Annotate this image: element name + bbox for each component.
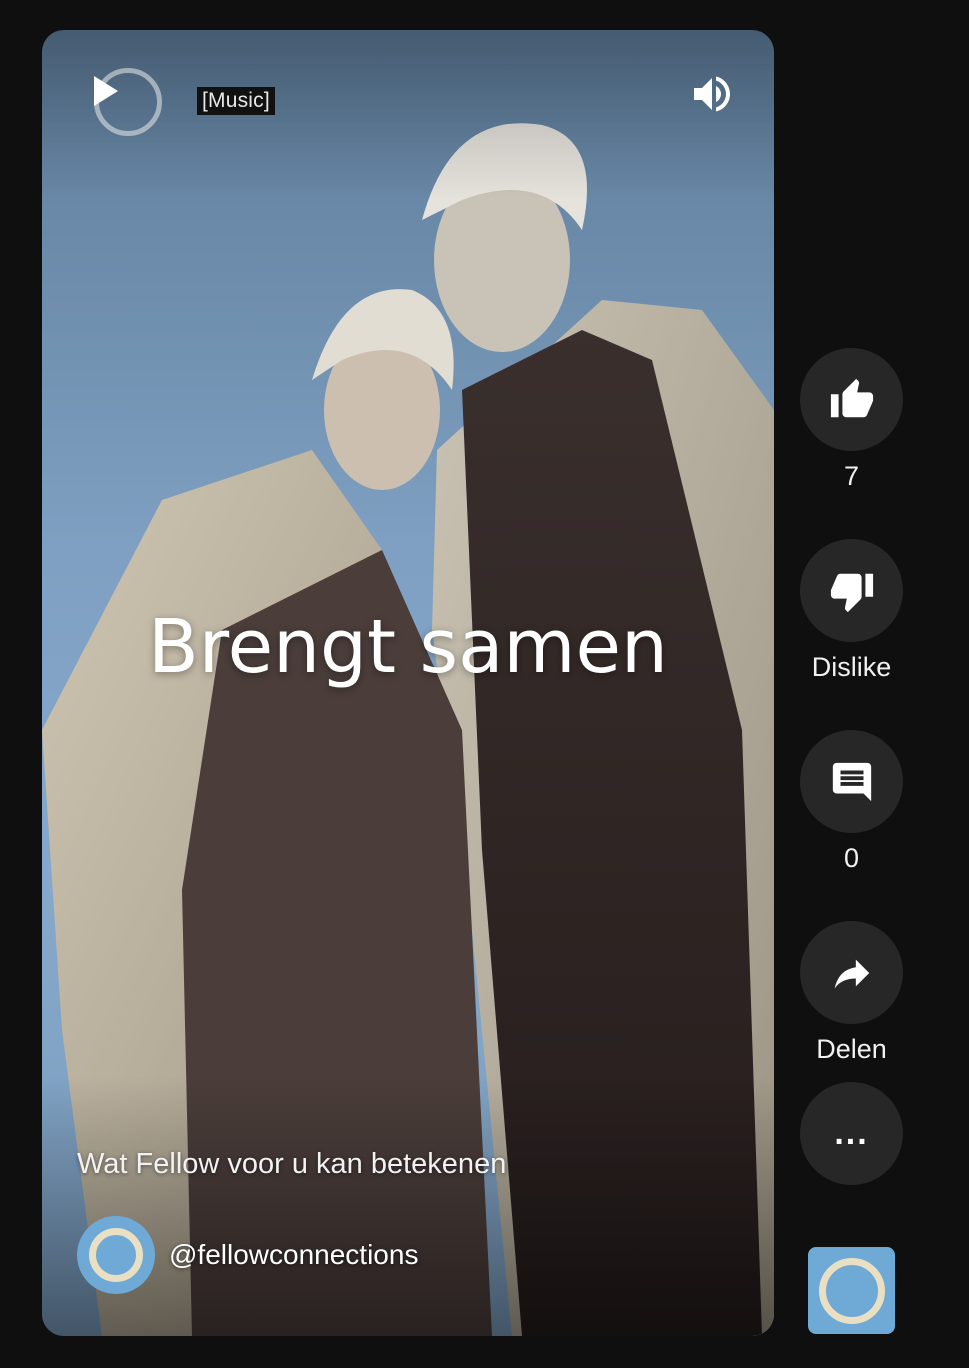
comment-action: 0	[800, 730, 903, 883]
channel-handle[interactable]: @fellowconnections	[169, 1239, 418, 1271]
sound-thumbnail[interactable]	[808, 1247, 895, 1334]
share-action: Delen	[800, 921, 903, 1074]
share-button[interactable]	[800, 921, 903, 1024]
like-count: 7	[843, 461, 860, 491]
more-action: ...	[800, 1082, 903, 1185]
bottom-gradient	[42, 1076, 774, 1336]
like-button[interactable]	[800, 348, 903, 451]
like-action: 7	[800, 348, 903, 501]
action-bar: 7 Dislike 0 Delen ...	[800, 348, 903, 1185]
volume-icon	[694, 76, 730, 112]
share-icon	[834, 959, 869, 988]
more-icon: ...	[834, 1114, 869, 1152]
video-headline: Brengt samen	[148, 604, 668, 690]
thumbs-down-icon	[830, 573, 873, 612]
dislike-button[interactable]	[800, 539, 903, 642]
video-player[interactable]: [Music] Brengt samen Wat Fellow voor u k…	[42, 30, 774, 1336]
caption-tag: [Music]	[197, 87, 275, 115]
dislike-action: Dislike	[800, 539, 903, 692]
more-button[interactable]: ...	[800, 1082, 903, 1185]
comment-button[interactable]	[800, 730, 903, 833]
comment-icon	[832, 762, 871, 801]
channel-avatar[interactable]	[77, 1216, 155, 1294]
comment-count: 0	[843, 843, 860, 873]
avatar-ring	[89, 1228, 143, 1282]
sound-thumbnail-ring	[818, 1257, 885, 1324]
channel-info: @fellowconnections	[77, 1216, 418, 1294]
dislike-label: Dislike	[811, 652, 892, 682]
thumbs-up-icon	[830, 378, 873, 417]
volume-button[interactable]	[688, 70, 736, 118]
share-label: Delen	[816, 1034, 887, 1064]
play-icon	[94, 76, 118, 106]
play-button[interactable]	[90, 64, 170, 144]
video-description[interactable]: Wat Fellow voor u kan betekenen	[77, 1148, 506, 1181]
